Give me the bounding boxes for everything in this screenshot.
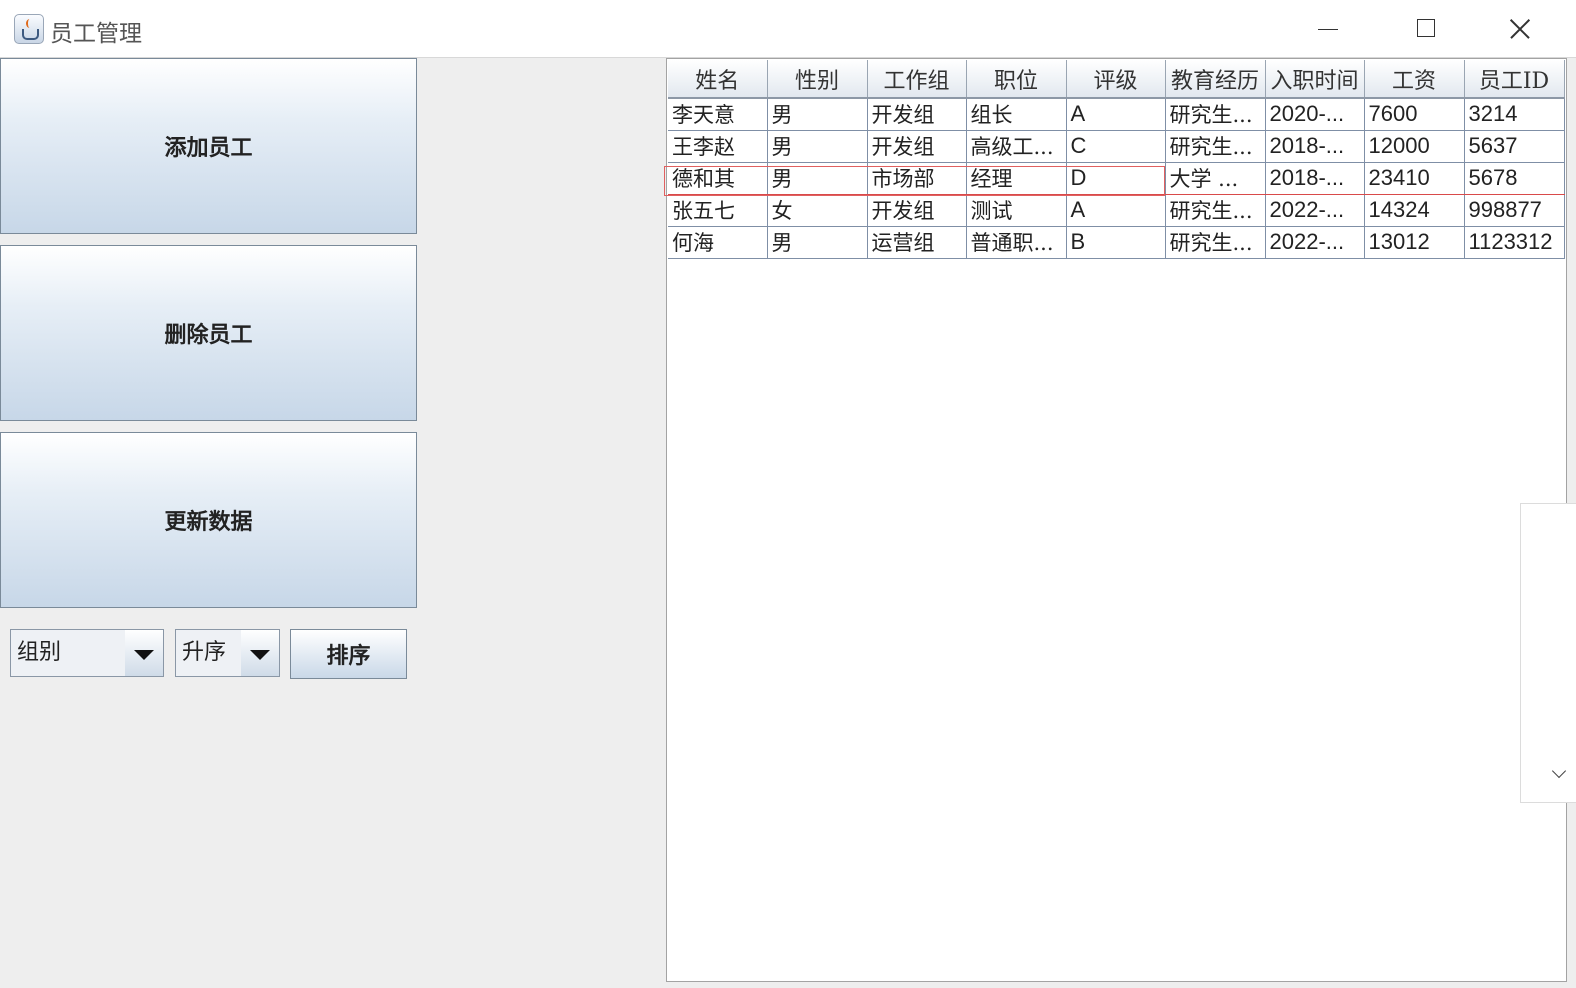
- table-row[interactable]: 王李赵男开发组 高级工... C 研究生... 2018-... 12000 5637: [668, 130, 1565, 163]
- table-cell[interactable]: 23410: [1364, 161, 1465, 195]
- table-header-row: 姓名 性别 工作组 职位 评级 教育经历 入职时间 工资 员工ID: [668, 60, 1565, 99]
- table-cell[interactable]: 市场部: [867, 161, 967, 195]
- table-cell[interactable]: 5678: [1464, 161, 1565, 195]
- sort-order-select[interactable]: 升序: [175, 629, 280, 677]
- employee-table-panel[interactable]: 姓名 性别 工作组 职位 评级 教育经历 入职时间 工资 员工ID 李天意男开发组 组长 A 研究生.…: [666, 58, 1567, 982]
- table-cell[interactable]: 男: [767, 161, 868, 195]
- table-cell[interactable]: C: [1066, 130, 1166, 163]
- table-cell[interactable]: 1123312: [1464, 226, 1565, 259]
- table-cell[interactable]: 运营组: [867, 226, 967, 259]
- table-cell[interactable]: D: [1066, 161, 1166, 195]
- table-cell[interactable]: A: [1066, 194, 1166, 227]
- column-header[interactable]: 评级: [1066, 60, 1166, 99]
- sort-order-value: 升序: [176, 630, 243, 676]
- table-cell[interactable]: 男: [767, 226, 868, 259]
- table-cell[interactable]: 何海: [668, 226, 768, 259]
- table-cell[interactable]: 德和其: [668, 161, 768, 195]
- table-cell[interactable]: 2022-...: [1265, 194, 1365, 227]
- sort-field-select[interactable]: 组别: [10, 629, 164, 677]
- java-cup-icon: [14, 14, 44, 44]
- table-cell[interactable]: 开发组: [867, 194, 967, 227]
- table-cell[interactable]: 大学 ...: [1165, 161, 1266, 195]
- table-row[interactable]: 张五七女开发组 测试 A 研究生... 2022-... 14324 998877: [668, 194, 1565, 227]
- table-cell[interactable]: 研究生...: [1165, 130, 1266, 163]
- maximize-button[interactable]: [1404, 4, 1450, 54]
- table-cell[interactable]: 测试: [966, 194, 1067, 227]
- column-header[interactable]: 员工ID: [1464, 60, 1565, 99]
- employee-table: 姓名 性别 工作组 职位 评级 教育经历 入职时间 工资 员工ID 李天意男开发组 组长 A 研究生.…: [668, 60, 1565, 259]
- window-title: 员工管理: [50, 21, 142, 47]
- sort-button[interactable]: 排序: [290, 629, 407, 679]
- table-cell[interactable]: 男: [767, 98, 868, 131]
- add-employee-button[interactable]: 添加员工: [0, 58, 417, 234]
- chevron-down-icon[interactable]: [1551, 763, 1567, 779]
- title-bar: 员工管理: [0, 0, 1576, 58]
- table-cell[interactable]: 998877: [1464, 194, 1565, 227]
- table-cell[interactable]: A: [1066, 98, 1166, 131]
- table-cell[interactable]: 2018-...: [1265, 130, 1365, 163]
- column-header[interactable]: 工作组: [867, 60, 967, 99]
- column-header[interactable]: 工资: [1364, 60, 1465, 99]
- sort-field-value: 组别: [11, 630, 127, 676]
- delete-employee-button[interactable]: 删除员工: [0, 245, 417, 421]
- table-cell[interactable]: 2018-...: [1265, 161, 1365, 195]
- minimize-button[interactable]: [1306, 4, 1352, 54]
- chevron-down-icon[interactable]: [241, 630, 279, 676]
- table-cell[interactable]: 2020-...: [1265, 98, 1365, 131]
- table-cell[interactable]: 13012: [1364, 226, 1465, 259]
- table-cell[interactable]: 开发组: [867, 98, 967, 131]
- table-cell[interactable]: 开发组: [867, 130, 967, 163]
- column-header[interactable]: 入职时间: [1265, 60, 1365, 99]
- table-cell[interactable]: 男: [767, 130, 868, 163]
- table-cell[interactable]: 张五七: [668, 194, 768, 227]
- table-row[interactable]: 李天意男开发组 组长 A 研究生... 2020-... 7600 3214: [668, 98, 1565, 131]
- chevron-down-icon[interactable]: [125, 630, 163, 676]
- table-cell[interactable]: 组长: [966, 98, 1067, 131]
- table-row[interactable]: 德和其男市场部 经理 D 大学 ... 2018-... 23410 5678: [668, 161, 1565, 195]
- table-row[interactable]: 何海男运营组 普通职... B 研究生... 2022-... 13012 1123312: [668, 226, 1565, 259]
- table-cell[interactable]: B: [1066, 226, 1166, 259]
- table-cell[interactable]: 普通职...: [966, 226, 1067, 259]
- table-cell[interactable]: 3214: [1464, 98, 1565, 131]
- table-cell[interactable]: 王李赵: [668, 130, 768, 163]
- close-button[interactable]: [1496, 4, 1542, 54]
- column-header[interactable]: 性别: [767, 60, 868, 99]
- table-cell[interactable]: 14324: [1364, 194, 1465, 227]
- table-cell[interactable]: 研究生...: [1165, 226, 1266, 259]
- table-cell[interactable]: 高级工...: [966, 130, 1067, 163]
- column-header[interactable]: 姓名: [668, 60, 768, 99]
- table-cell[interactable]: 李天意: [668, 98, 768, 131]
- table-cell[interactable]: 经理: [966, 161, 1067, 195]
- column-header[interactable]: 职位: [966, 60, 1067, 99]
- table-cell[interactable]: 7600: [1364, 98, 1465, 131]
- refresh-data-button[interactable]: 更新数据: [0, 432, 417, 608]
- column-header[interactable]: 教育经历: [1165, 60, 1266, 99]
- side-popup-panel[interactable]: [1520, 503, 1576, 803]
- table-cell[interactable]: 5637: [1464, 130, 1565, 163]
- table-cell[interactable]: 12000: [1364, 130, 1465, 163]
- table-cell[interactable]: 研究生...: [1165, 194, 1266, 227]
- table-cell[interactable]: 女: [767, 194, 868, 227]
- table-cell[interactable]: 研究生...: [1165, 98, 1266, 131]
- table-cell[interactable]: 2022-...: [1265, 226, 1365, 259]
